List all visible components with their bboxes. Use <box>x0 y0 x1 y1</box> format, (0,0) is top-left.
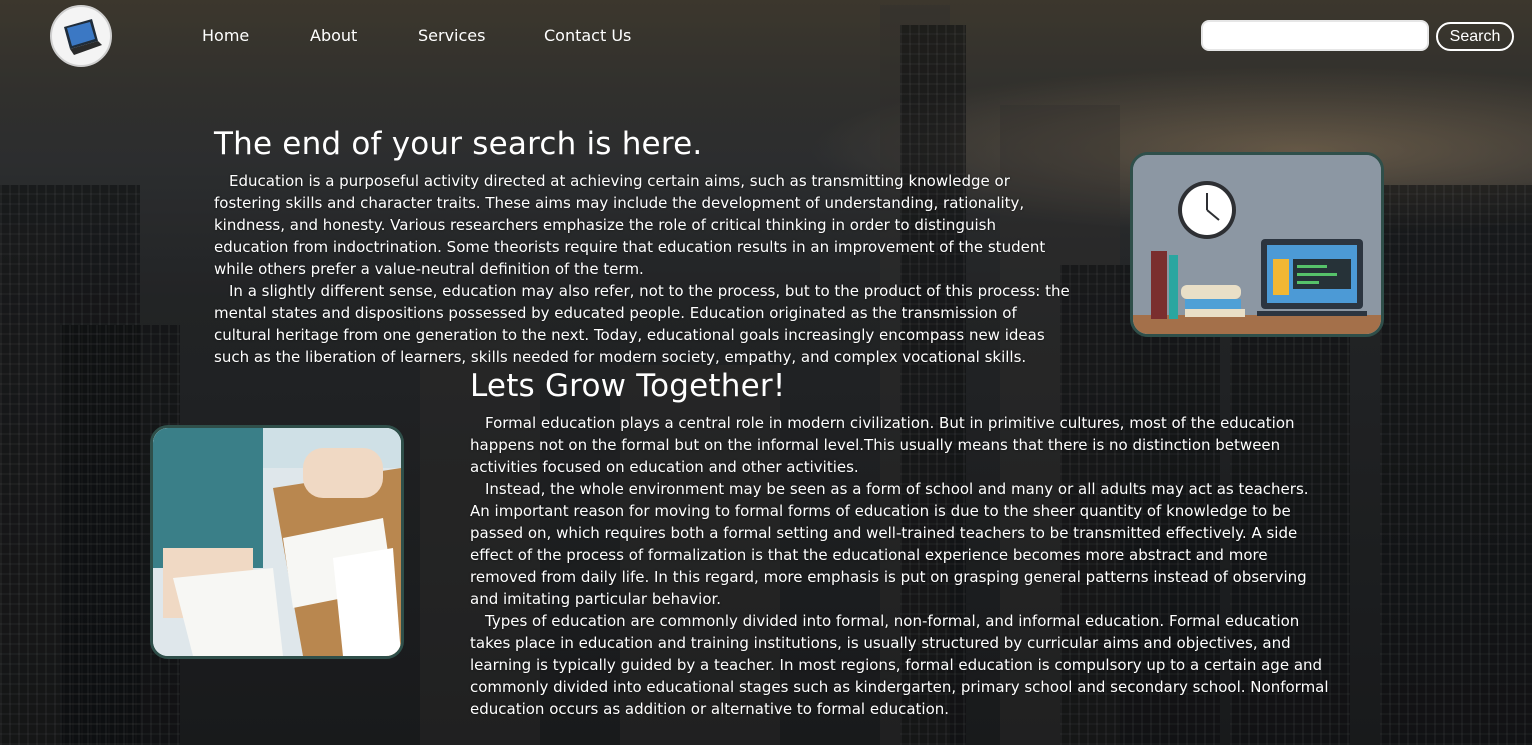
study-photo <box>150 425 404 659</box>
nav-home[interactable]: Home <box>202 26 249 45</box>
section1-title: The end of your search is here. <box>214 126 703 162</box>
search-input[interactable] <box>1201 20 1429 51</box>
laptop-logo-icon <box>64 19 102 55</box>
section2-title: Lets Grow Together! <box>470 368 786 404</box>
section2-paragraph-3: Types of education are commonly divided … <box>470 612 1329 718</box>
laptop-logo[interactable] <box>50 5 112 67</box>
section1-paragraph-2: In a slightly different sense, education… <box>214 282 1070 366</box>
section2-paragraph-1: Formal education plays a central role in… <box>470 414 1295 476</box>
nav-about[interactable]: About <box>310 26 357 45</box>
nav-services[interactable]: Services <box>418 26 485 45</box>
nav-contact-us[interactable]: Contact Us <box>544 26 631 45</box>
desk-illustration <box>1130 152 1384 337</box>
section1-paragraph-1: Education is a purposeful activity direc… <box>214 172 1046 278</box>
search-button[interactable]: Search <box>1436 22 1514 51</box>
section2-paragraph-2: Instead, the whole environment may be se… <box>470 480 1309 608</box>
